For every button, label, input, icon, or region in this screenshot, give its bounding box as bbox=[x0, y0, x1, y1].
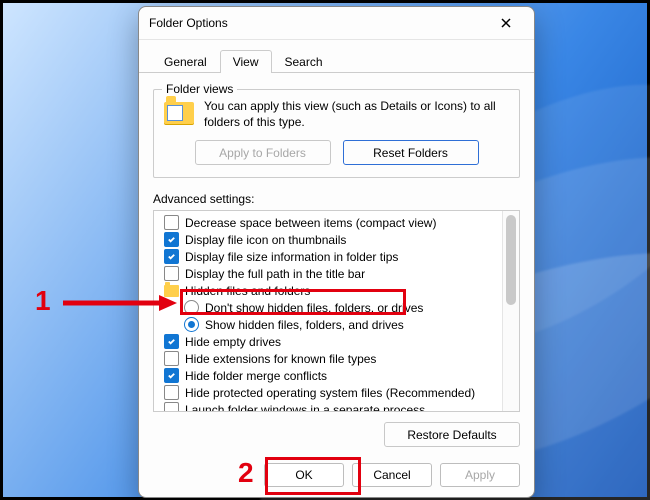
opt-hide-extensions[interactable]: Hide extensions for known file types bbox=[158, 350, 519, 367]
annotation-number-1: 1 bbox=[35, 285, 51, 317]
apply-to-folders-button[interactable]: Apply to Folders bbox=[195, 140, 331, 165]
tab-search[interactable]: Search bbox=[272, 50, 336, 73]
dialog-body: Folder views You can apply this view (su… bbox=[139, 73, 534, 455]
opt-label: Decrease space between items (compact vi… bbox=[185, 216, 436, 230]
opt-file-size-tips[interactable]: Display file size information in folder … bbox=[158, 248, 519, 265]
checkbox-icon bbox=[164, 249, 179, 264]
folder-views-group: Folder views You can apply this view (su… bbox=[153, 89, 520, 178]
opt-full-path-titlebar[interactable]: Display the full path in the title bar bbox=[158, 265, 519, 282]
opt-label: Display file size information in folder … bbox=[185, 250, 398, 264]
scrollbar-thumb[interactable] bbox=[506, 215, 516, 305]
radio-icon bbox=[184, 317, 199, 332]
opt-label: Hide extensions for known file types bbox=[185, 352, 376, 366]
tab-general[interactable]: General bbox=[151, 50, 220, 73]
opt-label: Launch folder windows in a separate proc… bbox=[185, 403, 425, 413]
folder-options-dialog: Folder Options General View Search Folde… bbox=[138, 6, 535, 498]
opt-label: Display the full path in the title bar bbox=[185, 267, 365, 281]
reset-folders-button[interactable]: Reset Folders bbox=[343, 140, 479, 165]
opt-label: Display file icon on thumbnails bbox=[185, 233, 346, 247]
annotation-number-2: 2 bbox=[238, 457, 254, 489]
folder-views-desc: You can apply this view (such as Details… bbox=[204, 98, 509, 130]
opt-label: Hide protected operating system files (R… bbox=[185, 386, 475, 400]
restore-defaults-button[interactable]: Restore Defaults bbox=[384, 422, 520, 447]
annotation-box-ok bbox=[265, 457, 361, 495]
window-title: Folder Options bbox=[149, 16, 488, 30]
titlebar: Folder Options bbox=[139, 7, 534, 40]
checkbox-icon bbox=[164, 385, 179, 400]
close-icon bbox=[501, 18, 511, 28]
folder-views-legend: Folder views bbox=[162, 82, 237, 96]
folder-views-icon bbox=[164, 98, 194, 128]
checkbox-icon bbox=[164, 402, 179, 412]
close-button[interactable] bbox=[488, 9, 524, 37]
opt-compact-view[interactable]: Decrease space between items (compact vi… bbox=[158, 214, 519, 231]
checkbox-icon bbox=[164, 351, 179, 366]
opt-label: Hide empty drives bbox=[185, 335, 281, 349]
opt-hide-empty-drives[interactable]: Hide empty drives bbox=[158, 333, 519, 350]
cancel-button[interactable]: Cancel bbox=[352, 463, 432, 487]
opt-file-icon-thumbs[interactable]: Display file icon on thumbnails bbox=[158, 231, 519, 248]
opt-show-hidden[interactable]: Show hidden files, folders, and drives bbox=[158, 316, 519, 333]
opt-hide-merge-conflicts[interactable]: Hide folder merge conflicts bbox=[158, 367, 519, 384]
checkbox-icon bbox=[164, 232, 179, 247]
tab-strip: General View Search bbox=[139, 46, 534, 73]
annotation-arrow-1 bbox=[59, 291, 179, 315]
opt-launch-separate-process[interactable]: Launch folder windows in a separate proc… bbox=[158, 401, 519, 412]
tab-view[interactable]: View bbox=[220, 50, 272, 73]
checkbox-icon bbox=[164, 215, 179, 230]
checkbox-icon bbox=[164, 334, 179, 349]
advanced-settings-label: Advanced settings: bbox=[153, 192, 520, 206]
tree-scrollbar[interactable] bbox=[502, 211, 519, 411]
opt-label: Hide folder merge conflicts bbox=[185, 369, 327, 383]
checkbox-icon bbox=[164, 368, 179, 383]
annotation-box-show-hidden bbox=[180, 289, 406, 315]
opt-label: Show hidden files, folders, and drives bbox=[205, 318, 404, 332]
opt-hide-protected-os[interactable]: Hide protected operating system files (R… bbox=[158, 384, 519, 401]
apply-button[interactable]: Apply bbox=[440, 463, 520, 487]
checkbox-icon bbox=[164, 266, 179, 281]
